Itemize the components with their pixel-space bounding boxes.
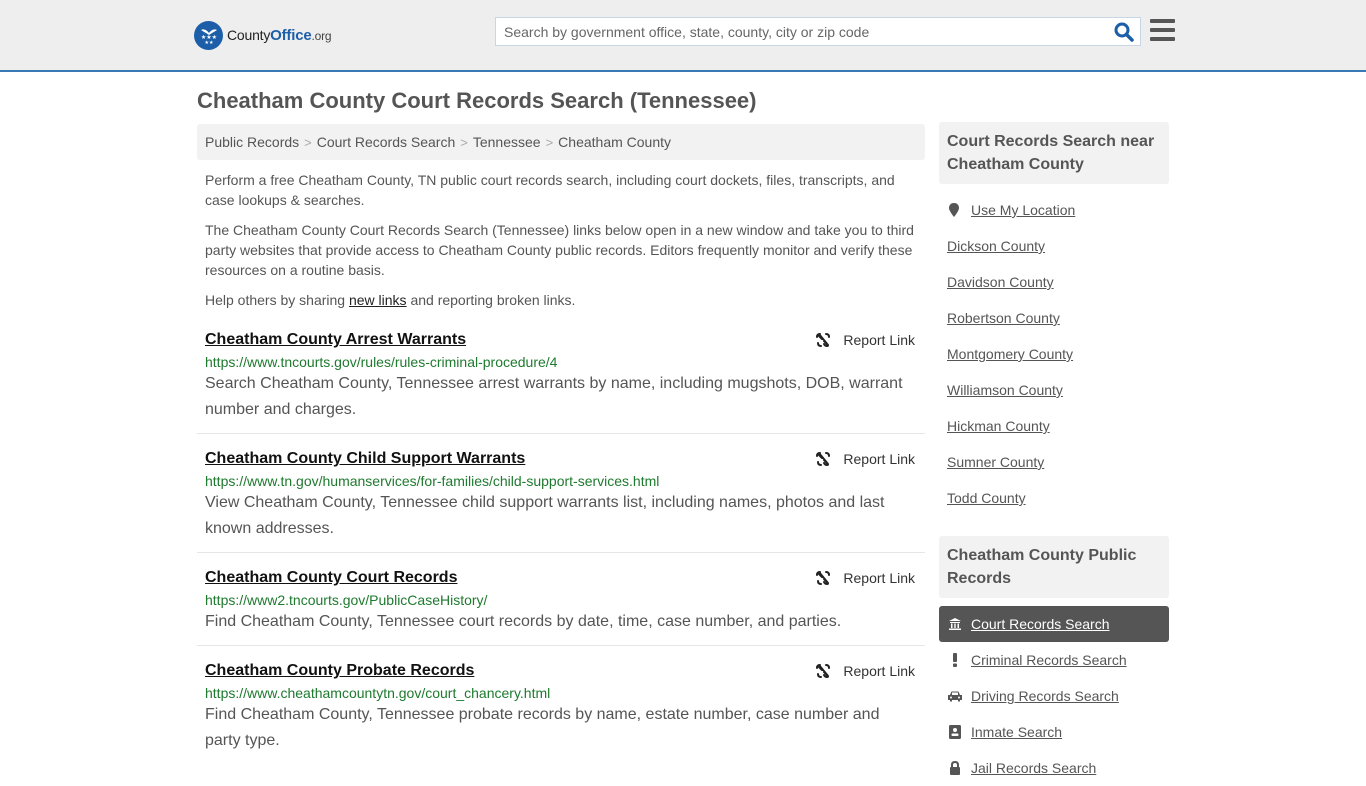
eagle-logo-icon: ★★★ ★★	[194, 20, 223, 50]
breadcrumb: Public Records > Court Records Search > Tenn…	[197, 124, 925, 160]
id-badge-icon	[947, 725, 963, 739]
intro-paragraph: The Cheatham County Court Records Search…	[205, 222, 914, 278]
sidebar-item-criminal-records-search[interactable]: Criminal Records Search	[939, 642, 1169, 678]
result-url: https://www.tn.gov/humanservices/for-fam…	[205, 473, 660, 489]
nearby-county-link[interactable]: Robertson County	[947, 300, 1161, 336]
site-logo[interactable]: ★★★ ★★ CountyOffice.org	[194, 20, 332, 50]
site-header: ★★★ ★★ CountyOffice.org	[0, 0, 1366, 72]
nearby-county-link[interactable]: Montgomery County	[947, 336, 1161, 372]
report-link-button[interactable]: Report Link	[815, 451, 915, 467]
sidebar-item-court-records-search[interactable]: Court Records Search	[939, 606, 1169, 642]
search-icon[interactable]	[1114, 22, 1134, 42]
result-title-link[interactable]: Cheatham County Arrest Warrants	[205, 331, 466, 348]
nearby-county-link[interactable]: Hickman County	[947, 408, 1161, 444]
nearby-county-link[interactable]: Davidson County	[947, 264, 1161, 300]
broken-link-icon	[816, 452, 831, 467]
search-input[interactable]	[496, 18, 1096, 45]
site-search	[495, 17, 1141, 46]
public-records-list: Court Records Search Criminal Records Se…	[939, 606, 1169, 786]
nearby-heading: Court Records Search near Cheatham Count…	[939, 122, 1169, 184]
exclamation-icon	[947, 653, 963, 667]
page-title: Cheatham County Court Records Search (Te…	[197, 88, 757, 113]
nearby-county-link[interactable]: Williamson County	[947, 372, 1161, 408]
breadcrumb-separator: >	[304, 135, 312, 150]
broken-link-icon	[816, 664, 831, 679]
result-title-link[interactable]: Cheatham County Court Records	[205, 569, 457, 586]
breadcrumb-court-records-search[interactable]: Court Records Search	[317, 134, 456, 150]
breadcrumb-separator: >	[545, 135, 554, 150]
nearby-county-link[interactable]: Dickson County	[947, 228, 1161, 264]
sidebar-item-inmate-search[interactable]: Inmate Search	[939, 714, 1169, 750]
result-description: View Cheatham County, Tennessee child su…	[205, 494, 885, 537]
breadcrumb-tennessee[interactable]: Tennessee	[473, 134, 541, 150]
sidebar: Court Records Search near Cheatham Count…	[939, 122, 1169, 786]
nearby-county-link[interactable]: Todd County	[947, 480, 1161, 516]
sidebar-item-driving-records-search[interactable]: Driving Records Search	[939, 678, 1169, 714]
intro-paragraph: Help others by sharing new links and rep…	[205, 292, 576, 308]
breadcrumb-cheatham-county[interactable]: Cheatham County	[558, 134, 671, 150]
result-item: Cheatham County Probate Records Report L…	[197, 659, 925, 764]
result-url: https://www.tncourts.gov/rules/rules-cri…	[205, 354, 558, 370]
lock-icon	[947, 761, 963, 775]
broken-link-icon	[816, 571, 831, 586]
breadcrumb-separator: >	[460, 135, 468, 150]
report-link-button[interactable]: Report Link	[815, 570, 915, 586]
result-item: Cheatham County Child Support Warrants R…	[197, 447, 925, 553]
map-pin-icon	[949, 203, 959, 217]
intro-text: Perform a free Cheatham County, TN publi…	[205, 170, 920, 320]
nearby-list: Use My Location Dickson County Davidson …	[939, 184, 1169, 516]
car-icon	[947, 690, 963, 702]
results-list: Cheatham County Arrest Warrants Report L…	[197, 328, 925, 764]
public-records-heading: Cheatham County Public Records	[939, 536, 1169, 598]
report-link-button[interactable]: Report Link	[815, 663, 915, 679]
result-url: https://www2.tncourts.gov/PublicCaseHist…	[205, 592, 488, 608]
svg-text:★★: ★★	[204, 40, 213, 46]
result-title-link[interactable]: Cheatham County Probate Records	[205, 662, 474, 679]
broken-link-icon	[816, 333, 831, 348]
result-description: Search Cheatham County, Tennessee arrest…	[205, 375, 903, 418]
new-links-link[interactable]: new links	[349, 292, 407, 308]
result-title-link[interactable]: Cheatham County Child Support Warrants	[205, 450, 525, 467]
result-item: Cheatham County Arrest Warrants Report L…	[197, 328, 925, 434]
use-my-location-link[interactable]: Use My Location	[947, 192, 1161, 228]
result-description: Find Cheatham County, Tennessee probate …	[205, 706, 880, 749]
breadcrumb-public-records[interactable]: Public Records	[205, 134, 299, 150]
courthouse-icon	[947, 617, 963, 631]
nearby-county-link[interactable]: Sumner County	[947, 444, 1161, 480]
hamburger-menu-icon[interactable]	[1150, 19, 1175, 41]
sidebar-item-jail-records-search[interactable]: Jail Records Search	[939, 750, 1169, 786]
result-description: Find Cheatham County, Tennessee court re…	[205, 613, 842, 630]
logo-wordmark: CountyOffice.org	[227, 26, 332, 44]
intro-paragraph: Perform a free Cheatham County, TN publi…	[205, 172, 895, 208]
report-link-button[interactable]: Report Link	[815, 332, 915, 348]
result-url: https://www.cheathamcountytn.gov/court_c…	[205, 685, 551, 701]
result-item: Cheatham County Court Records Report Lin…	[197, 566, 925, 646]
